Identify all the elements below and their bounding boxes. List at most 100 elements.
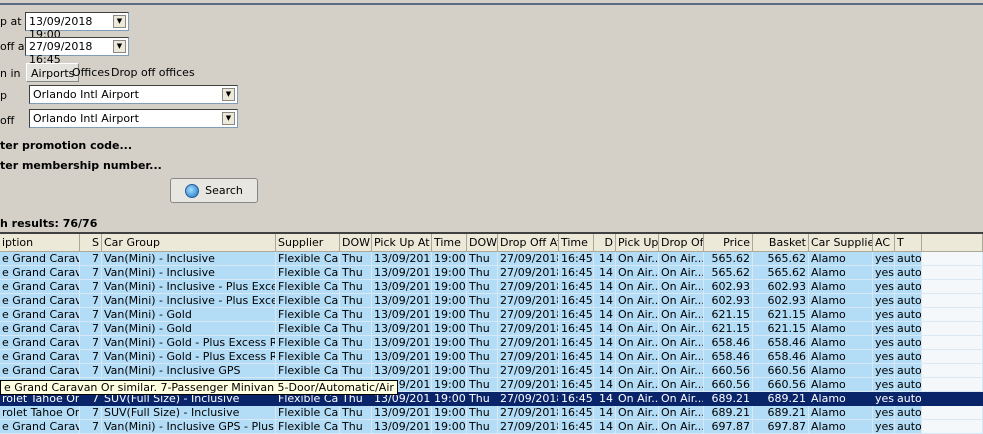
cell-basket: 565.62	[753, 252, 809, 266]
column-header-transmission[interactable]: T	[895, 234, 922, 252]
table-row[interactable]: e Grand Carava...7Van(Mini) - Inclusive …	[0, 420, 983, 434]
dropoff-datetime-picker[interactable]: 27/09/2018 16:45 ▼	[25, 37, 129, 66]
cell-dropoff-dow: Thu	[467, 294, 498, 308]
cell-days: 14	[594, 336, 616, 350]
cell-basket: 689.21	[753, 392, 809, 406]
cell-pickup-at: 13/09/2018	[372, 420, 432, 434]
cell-car-supplier: Alamo	[809, 280, 873, 294]
cell-pickup-dow: Thu	[340, 420, 372, 434]
dropdown-arrow-icon[interactable]: ▼	[113, 15, 126, 28]
cell-pickup-time: 19:00	[432, 308, 467, 322]
column-header-pickup-time[interactable]: Time	[432, 234, 467, 252]
column-header-pickup[interactable]: Pick Up	[616, 234, 659, 252]
column-header-ac[interactable]: AC	[873, 234, 895, 252]
cell-car-supplier: Alamo	[809, 406, 873, 420]
table-row[interactable]: e Grand Carava...7Van(Mini) - GoldFlexib…	[0, 322, 983, 336]
column-header-supplier[interactable]: Supplier	[276, 234, 340, 252]
column-header-days[interactable]: D	[594, 234, 616, 252]
membership-number-link[interactable]: ter membership number...	[0, 159, 162, 172]
cell-price: 660.56	[704, 364, 753, 378]
dropdown-arrow-icon[interactable]: ▼	[222, 112, 235, 125]
cell-seats: 7	[80, 336, 102, 350]
filler-cell	[922, 234, 983, 252]
dropoff-location-select[interactable]: Orlando Intl Airport ▼	[29, 109, 238, 128]
column-header-price[interactable]: Price	[704, 234, 753, 252]
table-row[interactable]: e Grand Carava...7Van(Mini) - InclusiveF…	[0, 252, 983, 266]
cell-dropoff-time: 16:45	[559, 308, 594, 322]
pickup-datetime-picker[interactable]: 13/09/2018 19:00 ▼	[25, 12, 129, 41]
cell-dropoff-time: 16:45	[559, 378, 594, 392]
filler-cell	[922, 336, 983, 350]
column-header-dropoff-at[interactable]: Drop Off At	[498, 234, 559, 252]
cell-seats: 7	[80, 308, 102, 322]
cell-transmission: auto	[895, 266, 922, 280]
results-grid[interactable]: iption S Car Group Supplier DOW Pick Up At Tim…	[0, 232, 983, 434]
table-row[interactable]: e Grand Carava...7Van(Mini) - InclusiveF…	[0, 266, 983, 280]
table-row[interactable]: e Grand Carava...7Van(Mini) - Inclusive …	[0, 294, 983, 308]
cell-dropoff: On Air...	[659, 252, 704, 266]
dropoff-location-value: Orlando Intl Airport	[33, 112, 139, 125]
dropoff-location-label: off	[0, 114, 15, 127]
cell-car-group: Van(Mini) - Inclusive - Plus Excess Ref.…	[102, 280, 276, 294]
cell-supplier: Flexible Car...	[276, 406, 340, 420]
window-top-border	[0, 0, 983, 5]
cell-pickup-time: 19:00	[432, 364, 467, 378]
cell-dropoff-dow: Thu	[467, 308, 498, 322]
cell-dropoff-at: 27/09/2018	[498, 364, 559, 378]
cell-car-supplier: Alamo	[809, 308, 873, 322]
cell-days: 14	[594, 378, 616, 392]
search-globe-icon	[185, 183, 200, 198]
cell-price: 697.87	[704, 420, 753, 434]
cell-basket: 660.56	[753, 378, 809, 392]
cell-dropoff: On Air...	[659, 350, 704, 364]
column-header-description[interactable]: iption	[0, 234, 80, 252]
cell-basket: 621.15	[753, 308, 809, 322]
grid-header-row[interactable]: iption S Car Group Supplier DOW Pick Up At Tim…	[0, 234, 983, 252]
cell-transmission: auto	[895, 392, 922, 406]
cell-car-group: Van(Mini) - Inclusive GPS - Plus Exces..…	[102, 420, 276, 434]
column-header-pickup-dow[interactable]: DOW	[340, 234, 372, 252]
filler-cell	[922, 378, 983, 392]
table-row[interactable]: e Grand Carava...7Van(Mini) - Inclusive …	[0, 280, 983, 294]
column-header-seats[interactable]: S	[80, 234, 102, 252]
pickup-location-select[interactable]: Orlando Intl Airport ▼	[29, 85, 238, 104]
cell-dropoff: On Air...	[659, 280, 704, 294]
cell-seats: 7	[80, 294, 102, 308]
cell-pickup: On Air...	[616, 294, 659, 308]
column-header-basket[interactable]: Basket	[753, 234, 809, 252]
column-header-dropoff-dow[interactable]: DOW	[467, 234, 498, 252]
cell-supplier: Flexible Car...	[276, 336, 340, 350]
column-header-car-supplier[interactable]: Car Supplier	[809, 234, 873, 252]
dropdown-arrow-icon[interactable]: ▼	[222, 88, 235, 101]
cell-description: e Grand Carava...	[0, 350, 80, 364]
cell-dropoff: On Air...	[659, 294, 704, 308]
cell-description: e Grand Carava...	[0, 308, 80, 322]
cell-car-supplier: Alamo	[809, 350, 873, 364]
cell-pickup: On Air...	[616, 350, 659, 364]
promotion-code-link[interactable]: ter promotion code...	[0, 139, 132, 152]
description-tooltip: e Grand Caravan Or similar. 7-Passenger …	[0, 380, 398, 395]
column-header-dropoff[interactable]: Drop Off	[659, 234, 704, 252]
tab-drop-off-offices[interactable]: Drop off offices	[107, 63, 199, 82]
table-row[interactable]: e Grand Carava...7Van(Mini) - GoldFlexib…	[0, 308, 983, 322]
cell-supplier: Flexible Car...	[276, 364, 340, 378]
table-row[interactable]: e Grand Carava...7Van(Mini) - Gold - Plu…	[0, 336, 983, 350]
column-header-pickup-at[interactable]: Pick Up At	[372, 234, 432, 252]
cell-ac: yes	[873, 420, 895, 434]
dropdown-arrow-icon[interactable]: ▼	[113, 40, 126, 53]
column-header-dropoff-time[interactable]: Time	[559, 234, 594, 252]
column-header-car-group[interactable]: Car Group	[102, 234, 276, 252]
table-row[interactable]: e Grand Carava...7Van(Mini) - Inclusive …	[0, 364, 983, 378]
cell-ac: yes	[873, 378, 895, 392]
cell-days: 14	[594, 308, 616, 322]
table-row[interactable]: rolet Tahoe Or ...7SUV(Full Size) - Incl…	[0, 406, 983, 420]
cell-supplier: Flexible Car...	[276, 308, 340, 322]
cell-dropoff-at: 27/09/2018	[498, 266, 559, 280]
cell-dropoff-at: 27/09/2018	[498, 308, 559, 322]
cell-pickup: On Air...	[616, 406, 659, 420]
cell-dropoff-dow: Thu	[467, 378, 498, 392]
cell-transmission: auto	[895, 336, 922, 350]
cell-dropoff: On Air...	[659, 378, 704, 392]
search-button[interactable]: Search	[170, 178, 258, 203]
table-row[interactable]: e Grand Carava...7Van(Mini) - Gold - Plu…	[0, 350, 983, 364]
